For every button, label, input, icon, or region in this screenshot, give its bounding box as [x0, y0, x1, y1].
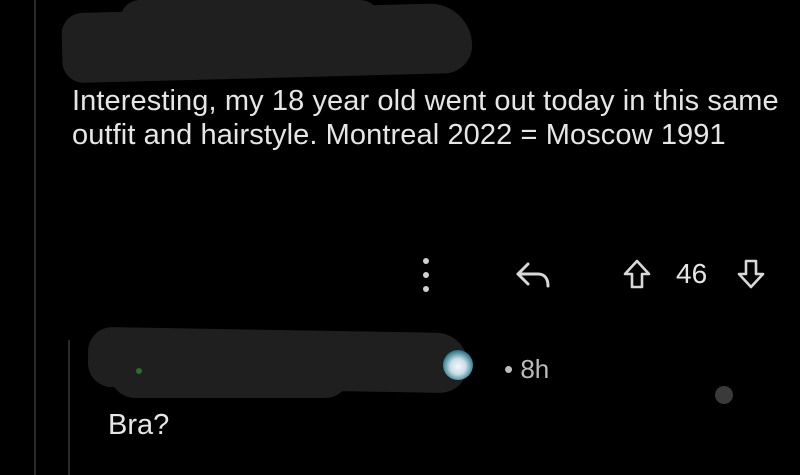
redacted-username — [110, 348, 350, 398]
reply-timestamp: • 8h — [504, 354, 550, 384]
vote-count: 46 — [676, 258, 708, 289]
snoo-avatar-icon[interactable] — [443, 350, 473, 380]
redacted-username — [61, 2, 473, 84]
redaction-artifact — [136, 368, 142, 374]
reply-arrow-icon[interactable] — [514, 260, 552, 290]
child-thread-line[interactable] — [68, 340, 70, 475]
dot-indicator — [715, 386, 733, 404]
comment-actions: 46 — [0, 252, 800, 296]
downvote-arrow-icon[interactable] — [736, 258, 766, 290]
upvote-arrow-icon[interactable] — [622, 258, 652, 290]
comment-text: Interesting, my 18 year old went out tod… — [72, 85, 779, 151]
thread-line[interactable] — [34, 0, 36, 475]
comment-thread: Interesting, my 18 year old went out tod… — [0, 0, 800, 475]
more-vertical-icon[interactable] — [418, 258, 434, 292]
reply-text: Bra? — [108, 409, 170, 441]
